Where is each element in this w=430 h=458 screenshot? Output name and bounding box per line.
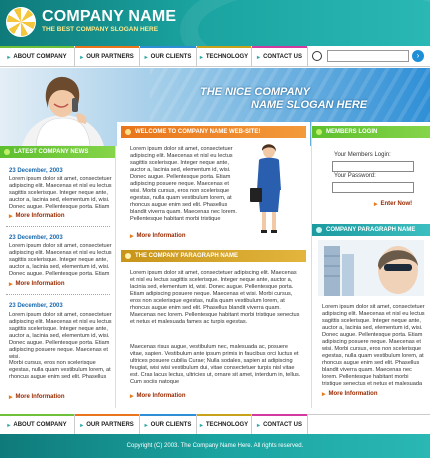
news-text: Lorem ipsum dolor sit amet, consectetuer… <box>9 243 112 277</box>
company-paragraph-text: Lorem ipsum dolor sit amet, consectetuer… <box>322 304 425 387</box>
arrow-icon: ▸ <box>9 281 13 288</box>
enter-now-button[interactable]: ▸ Enter Now! <box>374 200 412 208</box>
nav-our-clients[interactable]: ▸ OUR CLIENTS <box>140 46 197 67</box>
arrow-icon: ▸ <box>144 422 148 429</box>
nav-our-partners[interactable]: ▸ OUR PARTNERS <box>75 46 140 67</box>
bullet-icon <box>316 227 322 233</box>
arrow-icon: ▸ <box>374 201 378 208</box>
bullet-icon <box>125 253 131 259</box>
password-label: Your Password: <box>334 173 376 179</box>
news-text: Lorem ipsum dolor sit amet, consectetuer… <box>9 176 112 210</box>
divider <box>6 294 110 295</box>
welcome-header: WELCOME TO COMPANY NAME WEB-SITE! <box>121 126 306 138</box>
bottom-nav-about-company[interactable]: ▸ ABOUT COMPANY <box>0 414 75 435</box>
latest-news-header: LATEST COMPANY NEWS <box>0 146 115 158</box>
news-text-2: Morbi cursus, eros non scelerisque egest… <box>9 360 111 380</box>
username-input[interactable] <box>332 161 414 172</box>
bottom-nav-contact-us[interactable]: ▸ CONTACT US <box>252 414 308 435</box>
search-icon <box>312 51 322 61</box>
arrow-icon: ▸ <box>7 54 11 61</box>
search-input[interactable] <box>327 50 409 62</box>
arrow-icon: ▸ <box>9 394 13 401</box>
news-date: 23 December, 2003 <box>9 235 63 241</box>
bottom-nav-our-clients[interactable]: ▸ OUR CLIENTS <box>140 414 197 435</box>
members-login-header: MEMBERS LOGIN <box>312 126 430 138</box>
arrow-icon: ▸ <box>199 54 203 61</box>
welcome-text: Lorem ipsum dolor sit amet, consectetuer… <box>130 146 237 222</box>
news-date: 23 December, 2003 <box>9 303 63 309</box>
news-more-link[interactable]: ▸ More Information <box>9 393 65 401</box>
paragraph-text-2: Maecenas risus augue, vestibulum nec, ma… <box>130 344 301 385</box>
search-area: › <box>312 50 428 64</box>
company-paragraph-header: COMPANY PARAGRAPH NAME <box>312 224 430 236</box>
company-paragraph-more-link[interactable]: ▸ More Information <box>322 390 378 398</box>
username-label: Your Members Login: <box>334 152 391 158</box>
paragraph-text-1: Lorem ipsum dolor sit amet, consectetuer… <box>130 270 300 325</box>
site-footer: Copyright (C) 2003. The Company Name Her… <box>0 434 430 458</box>
paragraph-more-link[interactable]: ▸ More Information <box>130 392 186 400</box>
office-tower-image <box>318 240 424 296</box>
left-column: LATEST COMPANY NEWS 23 December, 2003 Lo… <box>0 146 116 408</box>
logo-icon[interactable] <box>6 7 36 37</box>
arrow-icon: ▸ <box>80 54 84 61</box>
arrow-icon: ▸ <box>80 422 84 429</box>
bullet-icon <box>125 129 131 135</box>
arrow-icon: ▸ <box>130 393 134 400</box>
woman-on-phone-image <box>22 76 104 146</box>
news-more-link[interactable]: ▸ More Information <box>9 212 65 220</box>
bullet-icon <box>4 149 10 155</box>
bottom-navigation: ▸ ABOUT COMPANY ▸ OUR PARTNERS ▸ OUR CLIENT… <box>0 414 430 435</box>
bullet-icon <box>316 129 322 135</box>
header-decoration <box>180 0 430 46</box>
news-more-link[interactable]: ▸ More Information <box>9 280 65 288</box>
arrow-icon: ▸ <box>199 422 203 429</box>
main-column: WELCOME TO COMPANY NAME WEB-SITE! Lorem … <box>117 122 310 408</box>
copyright-text: Copyright (C) 2003. The Company Name Her… <box>126 443 304 449</box>
news-date: 23 December, 2003 <box>9 168 63 174</box>
site-header: COMPANY NAME THE BEST COMPANY SLOGAN HER… <box>0 0 430 46</box>
nav-technology[interactable]: ▸ TECHNOLOGY <box>197 46 252 67</box>
news-text: Lorem ipsum dolor sit amet, consectetuer… <box>9 312 112 360</box>
arrow-icon: ▸ <box>9 213 13 220</box>
banner-headline-2: NAME SLOGAN HERE <box>251 99 368 111</box>
search-go-button[interactable]: › <box>412 50 424 62</box>
divider <box>6 226 110 227</box>
arrow-icon: ▸ <box>322 391 326 398</box>
bottom-nav-our-partners[interactable]: ▸ OUR PARTNERS <box>75 414 140 435</box>
company-name: COMPANY NAME <box>42 8 177 25</box>
nav-about-company[interactable]: ▸ ABOUT COMPANY <box>0 46 75 67</box>
banner-headline-1: THE NICE COMPANY <box>200 86 310 98</box>
arrow-icon: ▸ <box>7 422 11 429</box>
welcome-more-link[interactable]: ▸ More Information <box>130 232 186 240</box>
password-input[interactable] <box>332 182 414 193</box>
arrow-icon: ▸ <box>130 233 134 240</box>
business-woman-image <box>250 144 281 233</box>
right-column: MEMBERS LOGIN Your Members Login: Your P… <box>311 122 430 408</box>
bottom-nav-technology[interactable]: ▸ TECHNOLOGY <box>197 414 252 435</box>
arrow-icon: ▸ <box>257 54 261 61</box>
arrow-icon: ▸ <box>257 422 261 429</box>
arrow-icon: ▸ <box>144 54 148 61</box>
company-slogan: THE BEST COMPANY SLOGAN HERE <box>42 26 159 33</box>
nav-contact-us[interactable]: ▸ CONTACT US <box>252 46 308 67</box>
paragraph-header: THE COMPANY PARAGRAPH NAME <box>121 250 306 262</box>
